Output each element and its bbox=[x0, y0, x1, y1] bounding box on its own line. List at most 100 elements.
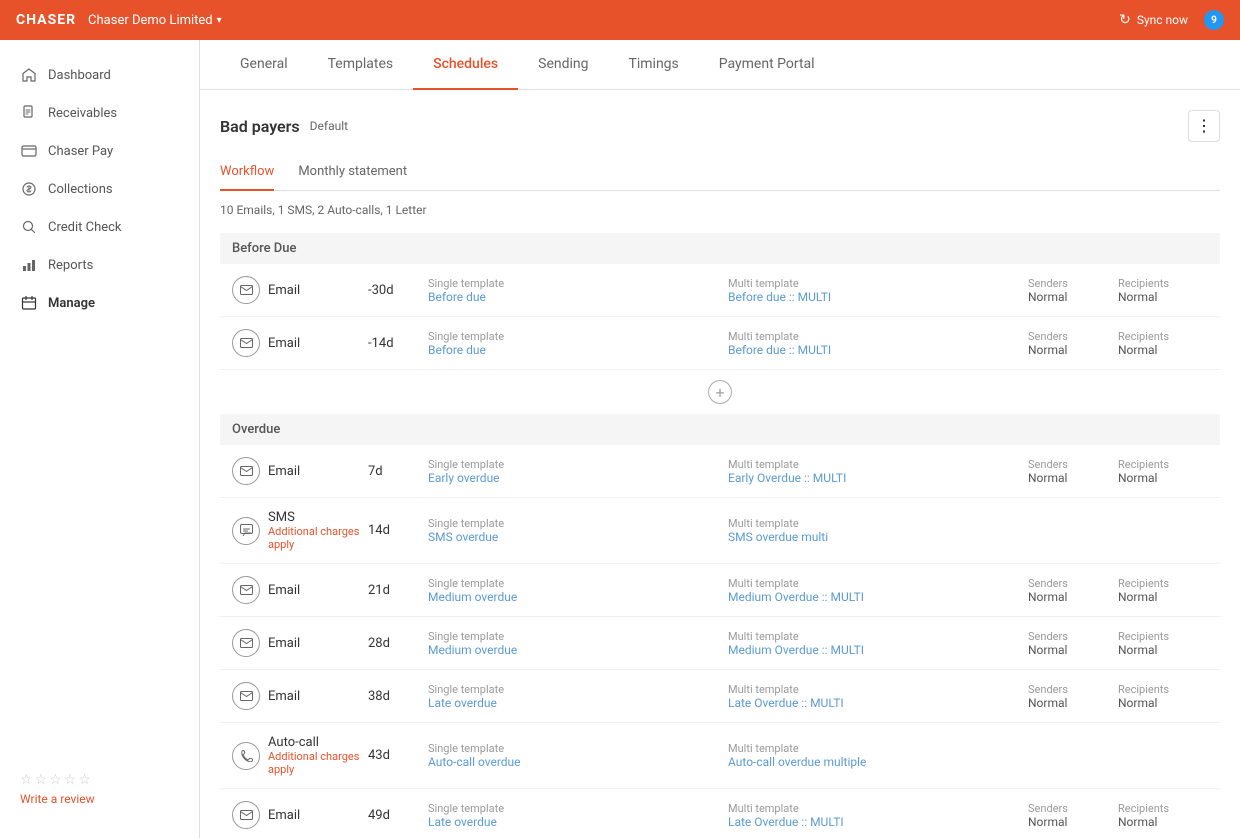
bar-chart-icon bbox=[20, 256, 38, 274]
sidebar: Dashboard Receivables Chaser Pay Collect… bbox=[0, 40, 200, 838]
tab-templates[interactable]: Templates bbox=[308, 40, 414, 90]
multi-template-link[interactable]: Before due :: MULTI bbox=[728, 343, 1028, 357]
section-header-overdue: Overdue bbox=[220, 414, 1220, 445]
single-template-link[interactable]: Medium overdue bbox=[428, 643, 728, 657]
multi-template-link[interactable]: Late Overdue :: MULTI bbox=[728, 696, 1028, 710]
sidebar-label-dashboard: Dashboard bbox=[48, 68, 111, 83]
notification-badge[interactable]: 9 bbox=[1204, 10, 1224, 30]
table-row[interactable]: Email 28d Single template Medium overdue… bbox=[220, 617, 1220, 670]
sidebar-item-dashboard[interactable]: Dashboard bbox=[0, 56, 199, 94]
schedule-header: Bad payers Default ⋮ bbox=[220, 110, 1220, 142]
dollar-icon bbox=[20, 180, 38, 198]
channel-icon-col bbox=[232, 329, 268, 357]
sidebar-item-collections[interactable]: Collections bbox=[0, 170, 199, 208]
search-icon bbox=[20, 218, 38, 236]
single-template-link[interactable]: Before due bbox=[428, 290, 728, 304]
tab-payment-portal[interactable]: Payment Portal bbox=[699, 40, 835, 90]
summary-text: 10 Emails, 1 SMS, 2 Auto-calls, 1 Letter bbox=[220, 203, 1220, 217]
tab-sending[interactable]: Sending bbox=[518, 40, 608, 90]
senders-col: Senders Normal bbox=[1028, 277, 1118, 304]
chaser-logo: CHASER bbox=[16, 12, 76, 28]
table-row[interactable]: Email 21d Single template Medium overdue… bbox=[220, 564, 1220, 617]
table-row[interactable]: Email -30d Single template Before due Mu… bbox=[220, 264, 1220, 317]
email-icon bbox=[232, 629, 260, 657]
sidebar-item-chaser-pay[interactable]: Chaser Pay bbox=[0, 132, 199, 170]
table-row[interactable]: Email -14d Single template Before due Mu… bbox=[220, 317, 1220, 370]
multi-template-link[interactable]: Medium Overdue :: MULTI bbox=[728, 643, 1028, 657]
tab-general[interactable]: General bbox=[220, 40, 308, 90]
email-icon bbox=[232, 329, 260, 357]
sidebar-bottom: ☆ ☆ ☆ ☆ ☆ Write a review bbox=[0, 756, 199, 822]
table-row[interactable]: SMS Additional charges apply 14d Single … bbox=[220, 498, 1220, 564]
nav-right: ↻ Sync now 9 bbox=[1119, 10, 1224, 30]
sidebar-item-receivables[interactable]: Receivables bbox=[0, 94, 199, 132]
multi-template-link[interactable]: Auto-call overdue multiple bbox=[728, 755, 1028, 769]
sidebar-item-manage[interactable]: Manage bbox=[0, 284, 199, 322]
single-template-link[interactable]: Before due bbox=[428, 343, 728, 357]
star-rating[interactable]: ☆ ☆ ☆ ☆ ☆ bbox=[20, 772, 179, 788]
email-icon bbox=[232, 276, 260, 304]
sub-tab-monthly[interactable]: Monthly statement bbox=[298, 154, 407, 191]
schedule-name: Bad payers bbox=[220, 117, 300, 136]
email-icon bbox=[232, 576, 260, 604]
company-name[interactable]: Chaser Demo Limited ▾ bbox=[88, 13, 222, 28]
tab-timings[interactable]: Timings bbox=[609, 40, 699, 90]
table-row[interactable]: Email 38d Single template Late overdue M… bbox=[220, 670, 1220, 723]
sidebar-item-reports[interactable]: Reports bbox=[0, 246, 199, 284]
multi-template-col: Multi template Before due :: MULTI bbox=[728, 277, 1028, 304]
single-template-link[interactable]: Medium overdue bbox=[428, 590, 728, 604]
single-template-link[interactable]: SMS overdue bbox=[428, 530, 728, 544]
multi-template-col: Multi template Before due :: MULTI bbox=[728, 330, 1028, 357]
recipients-col: Recipients Normal bbox=[1118, 330, 1208, 357]
file-icon bbox=[20, 104, 38, 122]
write-review-link[interactable]: Write a review bbox=[20, 792, 179, 806]
sync-button[interactable]: ↻ Sync now bbox=[1119, 12, 1188, 28]
sidebar-label-reports: Reports bbox=[48, 258, 93, 273]
sub-tabs: Workflow Monthly statement bbox=[220, 154, 1220, 191]
sidebar-label-chaser-pay: Chaser Pay bbox=[48, 144, 113, 159]
sms-icon bbox=[232, 517, 260, 545]
multi-template-link[interactable]: Before due :: MULTI bbox=[728, 290, 1028, 304]
single-template-link[interactable]: Early overdue bbox=[428, 471, 728, 485]
email-icon bbox=[232, 457, 260, 485]
sidebar-label-collections: Collections bbox=[48, 182, 113, 197]
single-template-link[interactable]: Late overdue bbox=[428, 815, 728, 829]
sub-tab-workflow[interactable]: Workflow bbox=[220, 154, 274, 191]
default-badge: Default bbox=[310, 119, 348, 133]
add-before-due-container: + bbox=[220, 370, 1220, 414]
sidebar-item-credit-check[interactable]: Credit Check bbox=[0, 208, 199, 246]
email-icon bbox=[232, 801, 260, 829]
company-dropdown-icon[interactable]: ▾ bbox=[217, 15, 222, 26]
single-template-col: Single template Before due bbox=[428, 330, 728, 357]
multi-template-link[interactable]: Late Overdue :: MULTI bbox=[728, 815, 1028, 829]
tabs-bar: General Templates Schedules Sending Timi… bbox=[200, 40, 1240, 90]
days-col: -30d bbox=[368, 283, 428, 298]
tab-schedules[interactable]: Schedules bbox=[413, 40, 518, 90]
section-header-before-due: Before Due bbox=[220, 233, 1220, 264]
channel-icon-col bbox=[232, 276, 268, 304]
schedule-title: Bad payers Default bbox=[220, 117, 348, 136]
table-row[interactable]: Auto-call Additional charges apply 43d S… bbox=[220, 723, 1220, 789]
schedule-content: Bad payers Default ⋮ Workflow Monthly st… bbox=[200, 90, 1240, 838]
email-icon bbox=[232, 682, 260, 710]
more-options-button[interactable]: ⋮ bbox=[1188, 110, 1220, 142]
single-template-link[interactable]: Late overdue bbox=[428, 696, 728, 710]
senders-col: Senders Normal bbox=[1028, 330, 1118, 357]
single-template-link[interactable]: Auto-call overdue bbox=[428, 755, 728, 769]
table-row[interactable]: Email 49d Single template Late overdue M… bbox=[220, 789, 1220, 838]
channel-type: Email bbox=[268, 336, 368, 351]
nav-left: CHASER Chaser Demo Limited ▾ bbox=[16, 12, 222, 28]
main-content: General Templates Schedules Sending Timi… bbox=[200, 40, 1240, 838]
multi-template-link[interactable]: SMS overdue multi bbox=[728, 530, 1028, 544]
home-icon bbox=[20, 66, 38, 84]
sidebar-label-receivables: Receivables bbox=[48, 106, 117, 121]
channel-type: Email bbox=[268, 283, 368, 298]
add-before-due-button[interactable]: + bbox=[708, 380, 732, 404]
multi-template-link[interactable]: Early Overdue :: MULTI bbox=[728, 471, 1028, 485]
table-row[interactable]: Email 7d Single template Early overdue M… bbox=[220, 445, 1220, 498]
section-before-due: Before Due Email -30d Single template B bbox=[220, 233, 1220, 414]
recipients-col: Recipients Normal bbox=[1118, 277, 1208, 304]
sync-icon: ↻ bbox=[1119, 12, 1131, 28]
sidebar-label-manage: Manage bbox=[48, 296, 95, 311]
multi-template-link[interactable]: Medium Overdue :: MULTI bbox=[728, 590, 1028, 604]
